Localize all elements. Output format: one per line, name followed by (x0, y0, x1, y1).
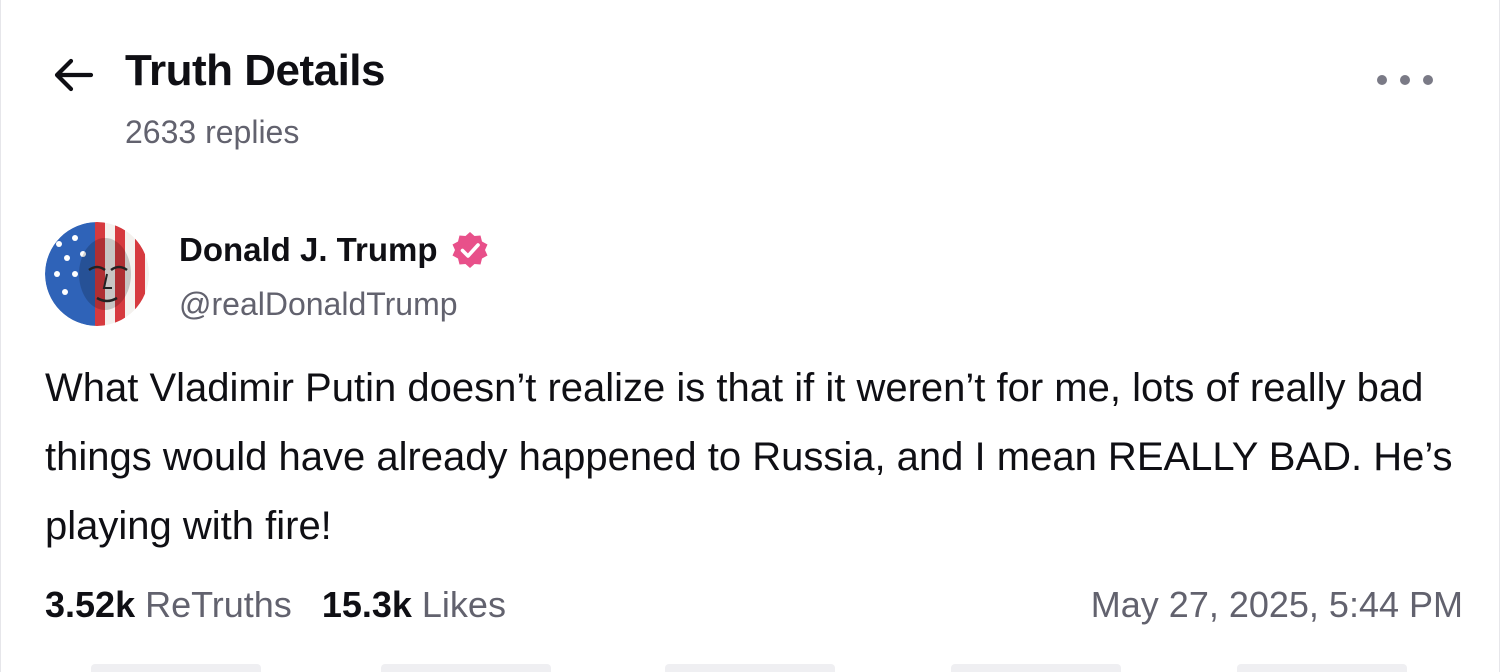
retruths-stat[interactable]: 3.52k ReTruths (45, 584, 292, 626)
avatar-image (45, 222, 149, 326)
avatar[interactable] (45, 222, 149, 326)
author-display-name[interactable]: Donald J. Trump (179, 230, 490, 270)
likes-label: Likes (421, 584, 506, 625)
retruths-label: ReTruths (145, 584, 292, 625)
more-horizontal-icon (1377, 75, 1387, 85)
page-header: Truth Details 2633 replies (1, 0, 1499, 180)
page-title: Truth Details (125, 46, 386, 95)
post-timestamp: May 27, 2025, 5:44 PM (1090, 584, 1463, 625)
author-handle[interactable]: @realDonaldTrump (179, 286, 458, 323)
more-options-button[interactable] (1377, 62, 1433, 98)
likes-stat[interactable]: 15.3k Likes (322, 584, 506, 626)
post-stats: 3.52k ReTruths 15.3k Likes (45, 584, 506, 626)
arrow-left-icon (54, 58, 94, 92)
share-action-button[interactable] (951, 664, 1121, 672)
verified-badge-icon (450, 230, 490, 270)
back-button[interactable] (45, 52, 101, 98)
likes-count: 15.3k (321, 584, 412, 625)
reply-count: 2633 replies (125, 114, 300, 150)
reply-action-button[interactable] (91, 664, 261, 672)
truth-details-page: Truth Details 2633 replies Donald J. Tru… (0, 0, 1500, 672)
more-action-button[interactable] (1237, 664, 1407, 672)
like-action-button[interactable] (665, 664, 835, 672)
post-text: What Vladimir Putin doesn’t realize is t… (45, 366, 1453, 548)
retruths-count: 3.52k (45, 584, 136, 625)
retruth-action-button[interactable] (381, 664, 551, 672)
author-name-text: Donald J. Trump (179, 231, 438, 268)
